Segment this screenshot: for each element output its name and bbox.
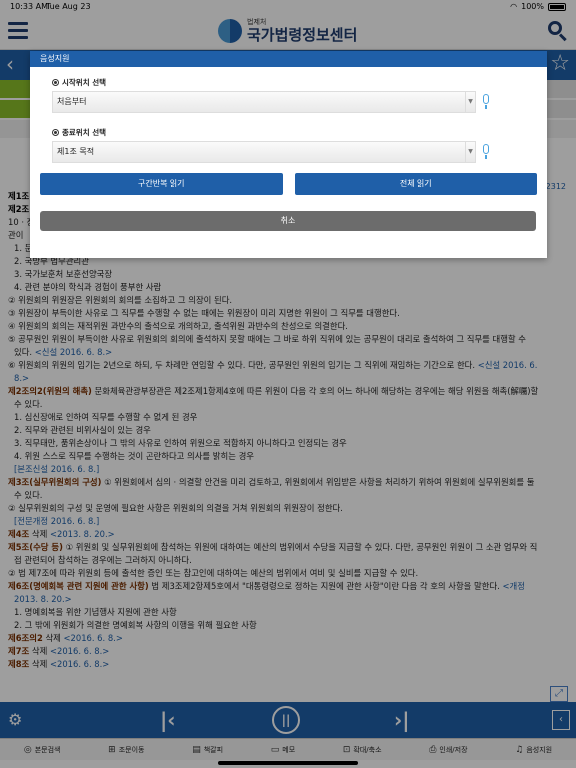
end-position-select[interactable]: 제1조 목적 ▼	[52, 141, 476, 163]
start-position-select[interactable]: 처음부터 ▼	[52, 91, 476, 113]
radio-icon	[52, 129, 59, 136]
microphone-icon[interactable]	[482, 94, 490, 110]
repeat-read-button[interactable]: 구간반복 읽기	[40, 173, 283, 195]
voice-support-dialog: 음성지원 시작위치 선택 처음부터 ▼ 종료위치 선택 제1조 목적 ▼ 구간반…	[30, 51, 547, 258]
chevron-down-icon: ▼	[465, 92, 475, 112]
start-position-label: 시작위치 선택	[62, 78, 107, 87]
dialog-title: 음성지원	[30, 51, 547, 67]
microphone-icon[interactable]	[482, 144, 490, 160]
radio-icon	[52, 79, 59, 86]
end-position-section: 종료위치 선택 제1조 목적 ▼	[52, 127, 512, 163]
end-position-label: 종료위치 선택	[62, 128, 107, 137]
start-position-section: 시작위치 선택 처음부터 ▼	[52, 77, 512, 113]
read-all-button[interactable]: 전체 읽기	[294, 173, 537, 195]
chevron-down-icon: ▼	[465, 142, 475, 162]
cancel-button[interactable]: 취소	[40, 211, 536, 231]
